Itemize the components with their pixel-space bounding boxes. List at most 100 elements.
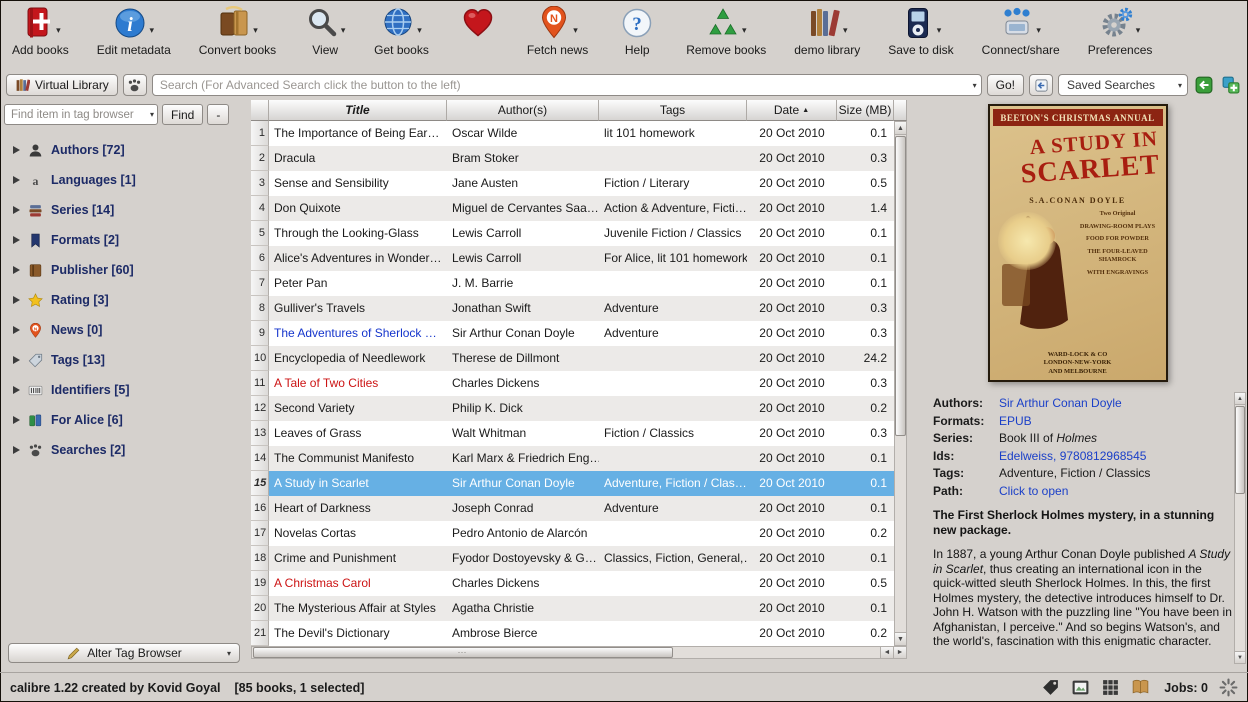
scroll-right-icon[interactable]: ► <box>893 647 906 658</box>
tag-browser-item-series[interactable]: Series [14] <box>0 195 250 225</box>
table-row[interactable]: 12Second VarietyPhilip K. Dick20 Oct 201… <box>251 396 894 421</box>
tag-browser-item-formats[interactable]: Formats [2] <box>0 225 250 255</box>
horizontal-scrollbar[interactable]: ⋯ ◄ ► <box>251 646 907 659</box>
toolbar-demo-library-button[interactable]: ▾demo library <box>790 3 864 58</box>
dropdown-arrow-icon[interactable]: ▾ <box>417 25 422 36</box>
table-row[interactable]: 15A Study in ScarletSir Arthur Conan Doy… <box>251 471 894 496</box>
field-value-ids[interactable]: Edelweiss, 9780812968545 <box>999 449 1232 464</box>
toolbar-add-books-button[interactable]: ▾Add books <box>8 3 73 58</box>
scroll-left-icon[interactable]: ◄ <box>880 647 893 658</box>
horizontal-scrollbar-thumb[interactable]: ⋯ <box>253 647 673 658</box>
expand-arrow-icon[interactable] <box>13 446 20 454</box>
dropdown-arrow-icon[interactable]: ▾ <box>341 25 346 36</box>
table-row[interactable]: 11A Tale of Two CitiesCharles Dickens20 … <box>251 371 894 396</box>
search-field[interactable]: ▾ <box>152 74 982 96</box>
column-header-size[interactable]: Size (MB) <box>837 100 894 121</box>
find-input[interactable] <box>11 109 148 121</box>
details-scroll-up-icon[interactable]: ▲ <box>1235 393 1245 405</box>
expand-arrow-icon[interactable] <box>13 296 20 304</box>
table-row[interactable]: 17Novelas CortasPedro Antonio de Alarcón… <box>251 521 894 546</box>
toggle-tag-browser-icon[interactable] <box>1041 678 1060 697</box>
details-scroll-down-icon[interactable]: ▼ <box>1235 651 1245 663</box>
field-value-formats[interactable]: EPUB <box>999 414 1232 429</box>
dropdown-arrow-icon[interactable]: ▾ <box>742 25 747 36</box>
toolbar-fetch-news-button[interactable]: N▾Fetch news <box>523 3 592 58</box>
column-header-date[interactable]: Date▲ <box>747 100 837 121</box>
dropdown-arrow-icon[interactable]: ▾ <box>843 25 848 36</box>
alter-tag-browser-button[interactable]: Alter Tag Browser ▾ <box>8 643 240 663</box>
expand-arrow-icon[interactable] <box>13 326 20 334</box>
copy-search-button[interactable] <box>1193 74 1215 96</box>
table-row[interactable]: 3Sense and SensibilityJane AustenFiction… <box>251 171 894 196</box>
jobs-spinner-icon[interactable] <box>1219 678 1238 697</box>
dropdown-arrow-icon[interactable]: ▾ <box>1036 25 1041 36</box>
tag-browser-item-languages[interactable]: aLanguages [1] <box>0 165 250 195</box>
details-scrollbar[interactable]: ▲ ▼ <box>1234 392 1246 664</box>
table-row[interactable]: 16Heart of DarknessJoseph ConradAdventur… <box>251 496 894 521</box>
tag-browser-item-authors[interactable]: Authors [72] <box>0 135 250 165</box>
expand-arrow-icon[interactable] <box>13 416 20 424</box>
toggle-book-details-icon[interactable] <box>1131 678 1150 697</box>
go-button[interactable]: Go! <box>987 74 1024 96</box>
toolbar-get-books-button[interactable]: ▾Get books <box>370 3 433 58</box>
vertical-scrollbar[interactable]: ▲ ▼ <box>894 121 907 646</box>
toolbar-connect-share-button[interactable]: ▾Connect/share <box>978 3 1064 58</box>
saved-searches-dropdown[interactable]: Saved Searches ▾ <box>1058 74 1188 96</box>
toolbar-view-button[interactable]: ▾View <box>300 3 350 58</box>
tag-browser-item-for-alice[interactable]: For Alice [6] <box>0 405 250 435</box>
virtual-library-button[interactable]: Virtual Library <box>6 74 118 96</box>
clear-search-button[interactable] <box>1029 74 1053 96</box>
column-header-tags[interactable]: Tags <box>599 100 747 121</box>
toolbar-convert-books-button[interactable]: ▾Convert books <box>195 3 280 58</box>
table-row[interactable]: 6Alice's Adventures in Wonder…Lewis Carr… <box>251 246 894 271</box>
dropdown-arrow-icon[interactable]: ▾ <box>56 25 61 36</box>
toggle-cover-browser-icon[interactable] <box>1071 678 1090 697</box>
search-combo-arrow-icon[interactable]: ▾ <box>973 81 977 90</box>
dropdown-arrow-icon[interactable]: ▾ <box>937 25 942 36</box>
table-row[interactable]: 19A Christmas CarolCharles Dickens20 Oct… <box>251 571 894 596</box>
dropdown-arrow-icon[interactable]: ▾ <box>573 25 578 36</box>
jobs-indicator[interactable]: Jobs: 0 <box>1164 681 1208 695</box>
expand-arrow-icon[interactable] <box>13 266 20 274</box>
dropdown-arrow-icon[interactable]: ▾ <box>1136 25 1141 36</box>
table-row[interactable]: 1The Importance of Being Ear…Oscar Wilde… <box>251 121 894 146</box>
table-row[interactable]: 10Encyclopedia of NeedleworkTherese de D… <box>251 346 894 371</box>
toolbar-edit-metadata-button[interactable]: i▾Edit metadata <box>93 3 175 58</box>
collapse-all-button[interactable]: - <box>207 104 229 125</box>
toolbar-donate-button[interactable] <box>453 3 503 44</box>
save-search-button[interactable] <box>1220 74 1242 96</box>
dropdown-arrow-icon[interactable]: ▾ <box>253 25 258 36</box>
field-value-authors[interactable]: Sir Arthur Conan Doyle <box>999 396 1232 411</box>
tag-browser-item-news[interactable]: NNews [0] <box>0 315 250 345</box>
book-cover[interactable]: BEETON'S CHRISTMAS ANNUAL A STUDY IN SCA… <box>988 104 1168 382</box>
find-combo-arrow-icon[interactable]: ▾ <box>150 110 154 119</box>
expand-arrow-icon[interactable] <box>13 206 20 214</box>
table-row[interactable]: 18Crime and PunishmentFyodor Dostoyevsky… <box>251 546 894 571</box>
table-row[interactable]: 9The Adventures of Sherlock …Sir Arthur … <box>251 321 894 346</box>
table-row[interactable]: 7Peter PanJ. M. Barrie20 Oct 20100.1 <box>251 271 894 296</box>
toggle-cover-grid-icon[interactable] <box>1101 678 1120 697</box>
toolbar-save-to-disk-button[interactable]: ▾Save to disk <box>884 3 957 58</box>
tag-browser-item-identifiers[interactable]: Identifiers [5] <box>0 375 250 405</box>
column-header-authors[interactable]: Author(s) <box>447 100 599 121</box>
tag-browser-item-rating[interactable]: Rating [3] <box>0 285 250 315</box>
expand-arrow-icon[interactable] <box>13 356 20 364</box>
vertical-scrollbar-thumb[interactable] <box>895 136 906 436</box>
table-row[interactable]: 2DraculaBram Stoker20 Oct 20100.3 <box>251 146 894 171</box>
tag-browser-item-searches[interactable]: Searches [2] <box>0 435 250 465</box>
expand-arrow-icon[interactable] <box>13 236 20 244</box>
table-row[interactable]: 20The Mysterious Affair at StylesAgatha … <box>251 596 894 621</box>
toolbar-remove-books-button[interactable]: ▾Remove books <box>682 3 770 58</box>
expand-arrow-icon[interactable] <box>13 176 20 184</box>
field-value-path[interactable]: Click to open <box>999 484 1232 499</box>
expand-arrow-icon[interactable] <box>13 146 20 154</box>
toolbar-preferences-button[interactable]: ▾Preferences <box>1084 3 1157 58</box>
find-field[interactable]: ▾ <box>4 104 158 125</box>
find-button[interactable]: Find <box>162 104 203 125</box>
table-row[interactable]: 21The Devil's DictionaryAmbrose Bierce20… <box>251 621 894 646</box>
scroll-up-icon[interactable]: ▲ <box>895 122 906 135</box>
advanced-search-button[interactable] <box>123 74 147 96</box>
search-input[interactable] <box>160 78 971 92</box>
column-header-title[interactable]: Title <box>269 100 447 121</box>
table-row[interactable]: 8Gulliver's TravelsJonathan SwiftAdventu… <box>251 296 894 321</box>
